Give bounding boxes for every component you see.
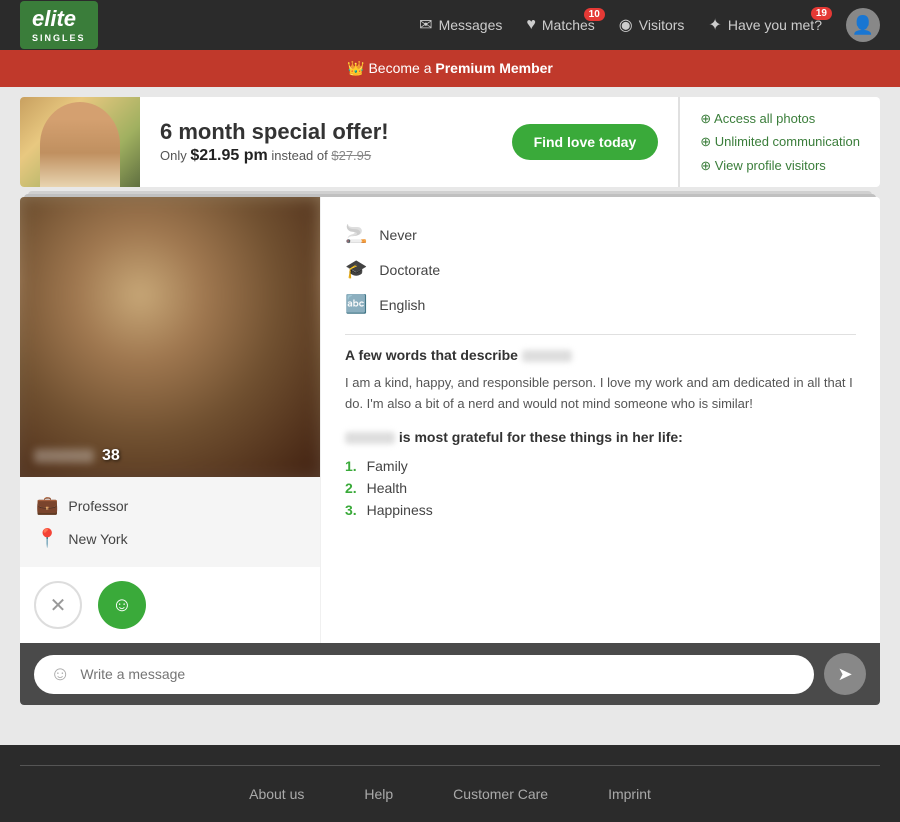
- card-stack: 38 💼 Professor 📍 New York: [20, 197, 880, 705]
- photo-blur: [20, 197, 320, 477]
- ad-features: Access all photos Unlimited communicatio…: [678, 97, 880, 187]
- name-blur-describe: [522, 350, 572, 362]
- card-body: 38 💼 Professor 📍 New York: [20, 197, 880, 643]
- grateful-list: 1. Family 2. Health 3. Happiness: [345, 455, 856, 521]
- education-row: 🎓 Doctorate: [345, 252, 856, 287]
- briefcase-icon: 💼: [36, 495, 58, 516]
- premium-banner: 👑 Become a Premium Member: [0, 50, 900, 87]
- nav-matches[interactable]: ♥ Matches 10: [526, 16, 594, 34]
- language-label: English: [379, 297, 425, 313]
- profile-info: 💼 Professor 📍 New York: [20, 477, 320, 567]
- main-area: 38 💼 Professor 📍 New York: [20, 197, 880, 705]
- list-item-1: 1. Family: [345, 455, 856, 477]
- smoking-icon: 🚬: [345, 224, 367, 245]
- name-blur: [34, 449, 94, 463]
- location-row: 📍 New York: [36, 522, 304, 555]
- action-bar: ✕ ☺: [20, 567, 320, 643]
- message-bar: ☺ ➤: [20, 643, 880, 705]
- like-icon: ☺: [112, 594, 132, 617]
- footer-imprint[interactable]: Imprint: [608, 786, 651, 802]
- occupation-row: 💼 Professor: [36, 489, 304, 522]
- ad-photo: [20, 97, 140, 187]
- footer-customer-care[interactable]: Customer Care: [453, 786, 548, 802]
- nav-messages[interactable]: ✉ Messages: [419, 15, 502, 35]
- ad-title: 6 month special offer!: [160, 119, 472, 145]
- feature-2: Unlimited communication: [700, 130, 860, 153]
- find-love-button[interactable]: Find love today: [512, 124, 659, 160]
- ad-person-shape: [40, 102, 120, 187]
- messages-icon: ✉: [419, 15, 432, 35]
- education-label: Doctorate: [379, 262, 440, 278]
- language-row: 🔤 English: [345, 287, 856, 322]
- profile-photo: 38: [20, 197, 320, 477]
- location-icon: 📍: [36, 528, 58, 549]
- have-you-met-badge: 19: [811, 7, 832, 20]
- list-item-3: 3. Happiness: [345, 499, 856, 521]
- divider-1: [345, 334, 856, 335]
- reject-button[interactable]: ✕: [34, 581, 82, 629]
- like-button[interactable]: ☺: [98, 581, 146, 629]
- matches-icon: ♥: [526, 16, 536, 34]
- nav-have-you-met[interactable]: ✦ Have you met? 19: [708, 15, 822, 35]
- premium-link[interactable]: Premium Member: [435, 60, 552, 76]
- main-nav: ✉ Messages ♥ Matches 10 ◉ Visitors ✦ Hav…: [419, 8, 880, 42]
- ad-content: 6 month special offer! Only $21.95 pm in…: [140, 109, 492, 175]
- footer-links: About us Help Customer Care Imprint: [20, 786, 880, 802]
- ad-banner: 6 month special offer! Only $21.95 pm in…: [20, 97, 880, 187]
- message-input-wrap: ☺: [34, 655, 814, 694]
- reject-icon: ✕: [50, 593, 67, 618]
- nav-visitors[interactable]: ◉ Visitors: [619, 15, 685, 35]
- feature-3: View profile visitors: [700, 154, 860, 177]
- emoji-icon[interactable]: ☺: [50, 663, 70, 686]
- occupation-label: Professor: [68, 498, 128, 514]
- profile-card: 38 💼 Professor 📍 New York: [20, 197, 880, 705]
- send-button[interactable]: ➤: [824, 653, 866, 695]
- footer-divider: [20, 765, 880, 766]
- footer-about[interactable]: About us: [249, 786, 304, 802]
- crown-icon: 👑: [347, 60, 368, 76]
- footer-help[interactable]: Help: [364, 786, 393, 802]
- bio-text: I am a kind, happy, and responsible pers…: [345, 373, 856, 415]
- user-avatar[interactable]: 👤: [846, 8, 880, 42]
- list-item-2: 2. Health: [345, 477, 856, 499]
- send-icon: ➤: [837, 664, 852, 685]
- logo[interactable]: elite SINGLES: [20, 1, 98, 48]
- smoking-label: Never: [379, 227, 416, 243]
- message-input[interactable]: [80, 666, 798, 682]
- smoking-row: 🚬 Never: [345, 217, 856, 252]
- photo-overlay: 38: [34, 447, 120, 465]
- name-blur-grateful: [345, 432, 395, 444]
- footer: About us Help Customer Care Imprint: [0, 745, 900, 822]
- education-icon: 🎓: [345, 259, 367, 280]
- profile-age: 38: [102, 447, 120, 465]
- feature-1: Access all photos: [700, 107, 860, 130]
- profile-left: 38 💼 Professor 📍 New York: [20, 197, 320, 643]
- location-label: New York: [68, 531, 127, 547]
- header: elite SINGLES ✉ Messages ♥ Matches 10 ◉ …: [0, 0, 900, 50]
- language-icon: 🔤: [345, 294, 367, 315]
- have-you-met-icon: ✦: [708, 15, 721, 35]
- profile-right: 🚬 Never 🎓 Doctorate 🔤 English A few word…: [320, 197, 880, 643]
- visitors-icon: ◉: [619, 15, 633, 35]
- ad-price: Only $21.95 pm instead of $27.95: [160, 147, 472, 165]
- grateful-title: is most grateful for these things in her…: [345, 429, 856, 445]
- describe-title: A few words that describe: [345, 347, 856, 363]
- matches-badge: 10: [584, 8, 605, 21]
